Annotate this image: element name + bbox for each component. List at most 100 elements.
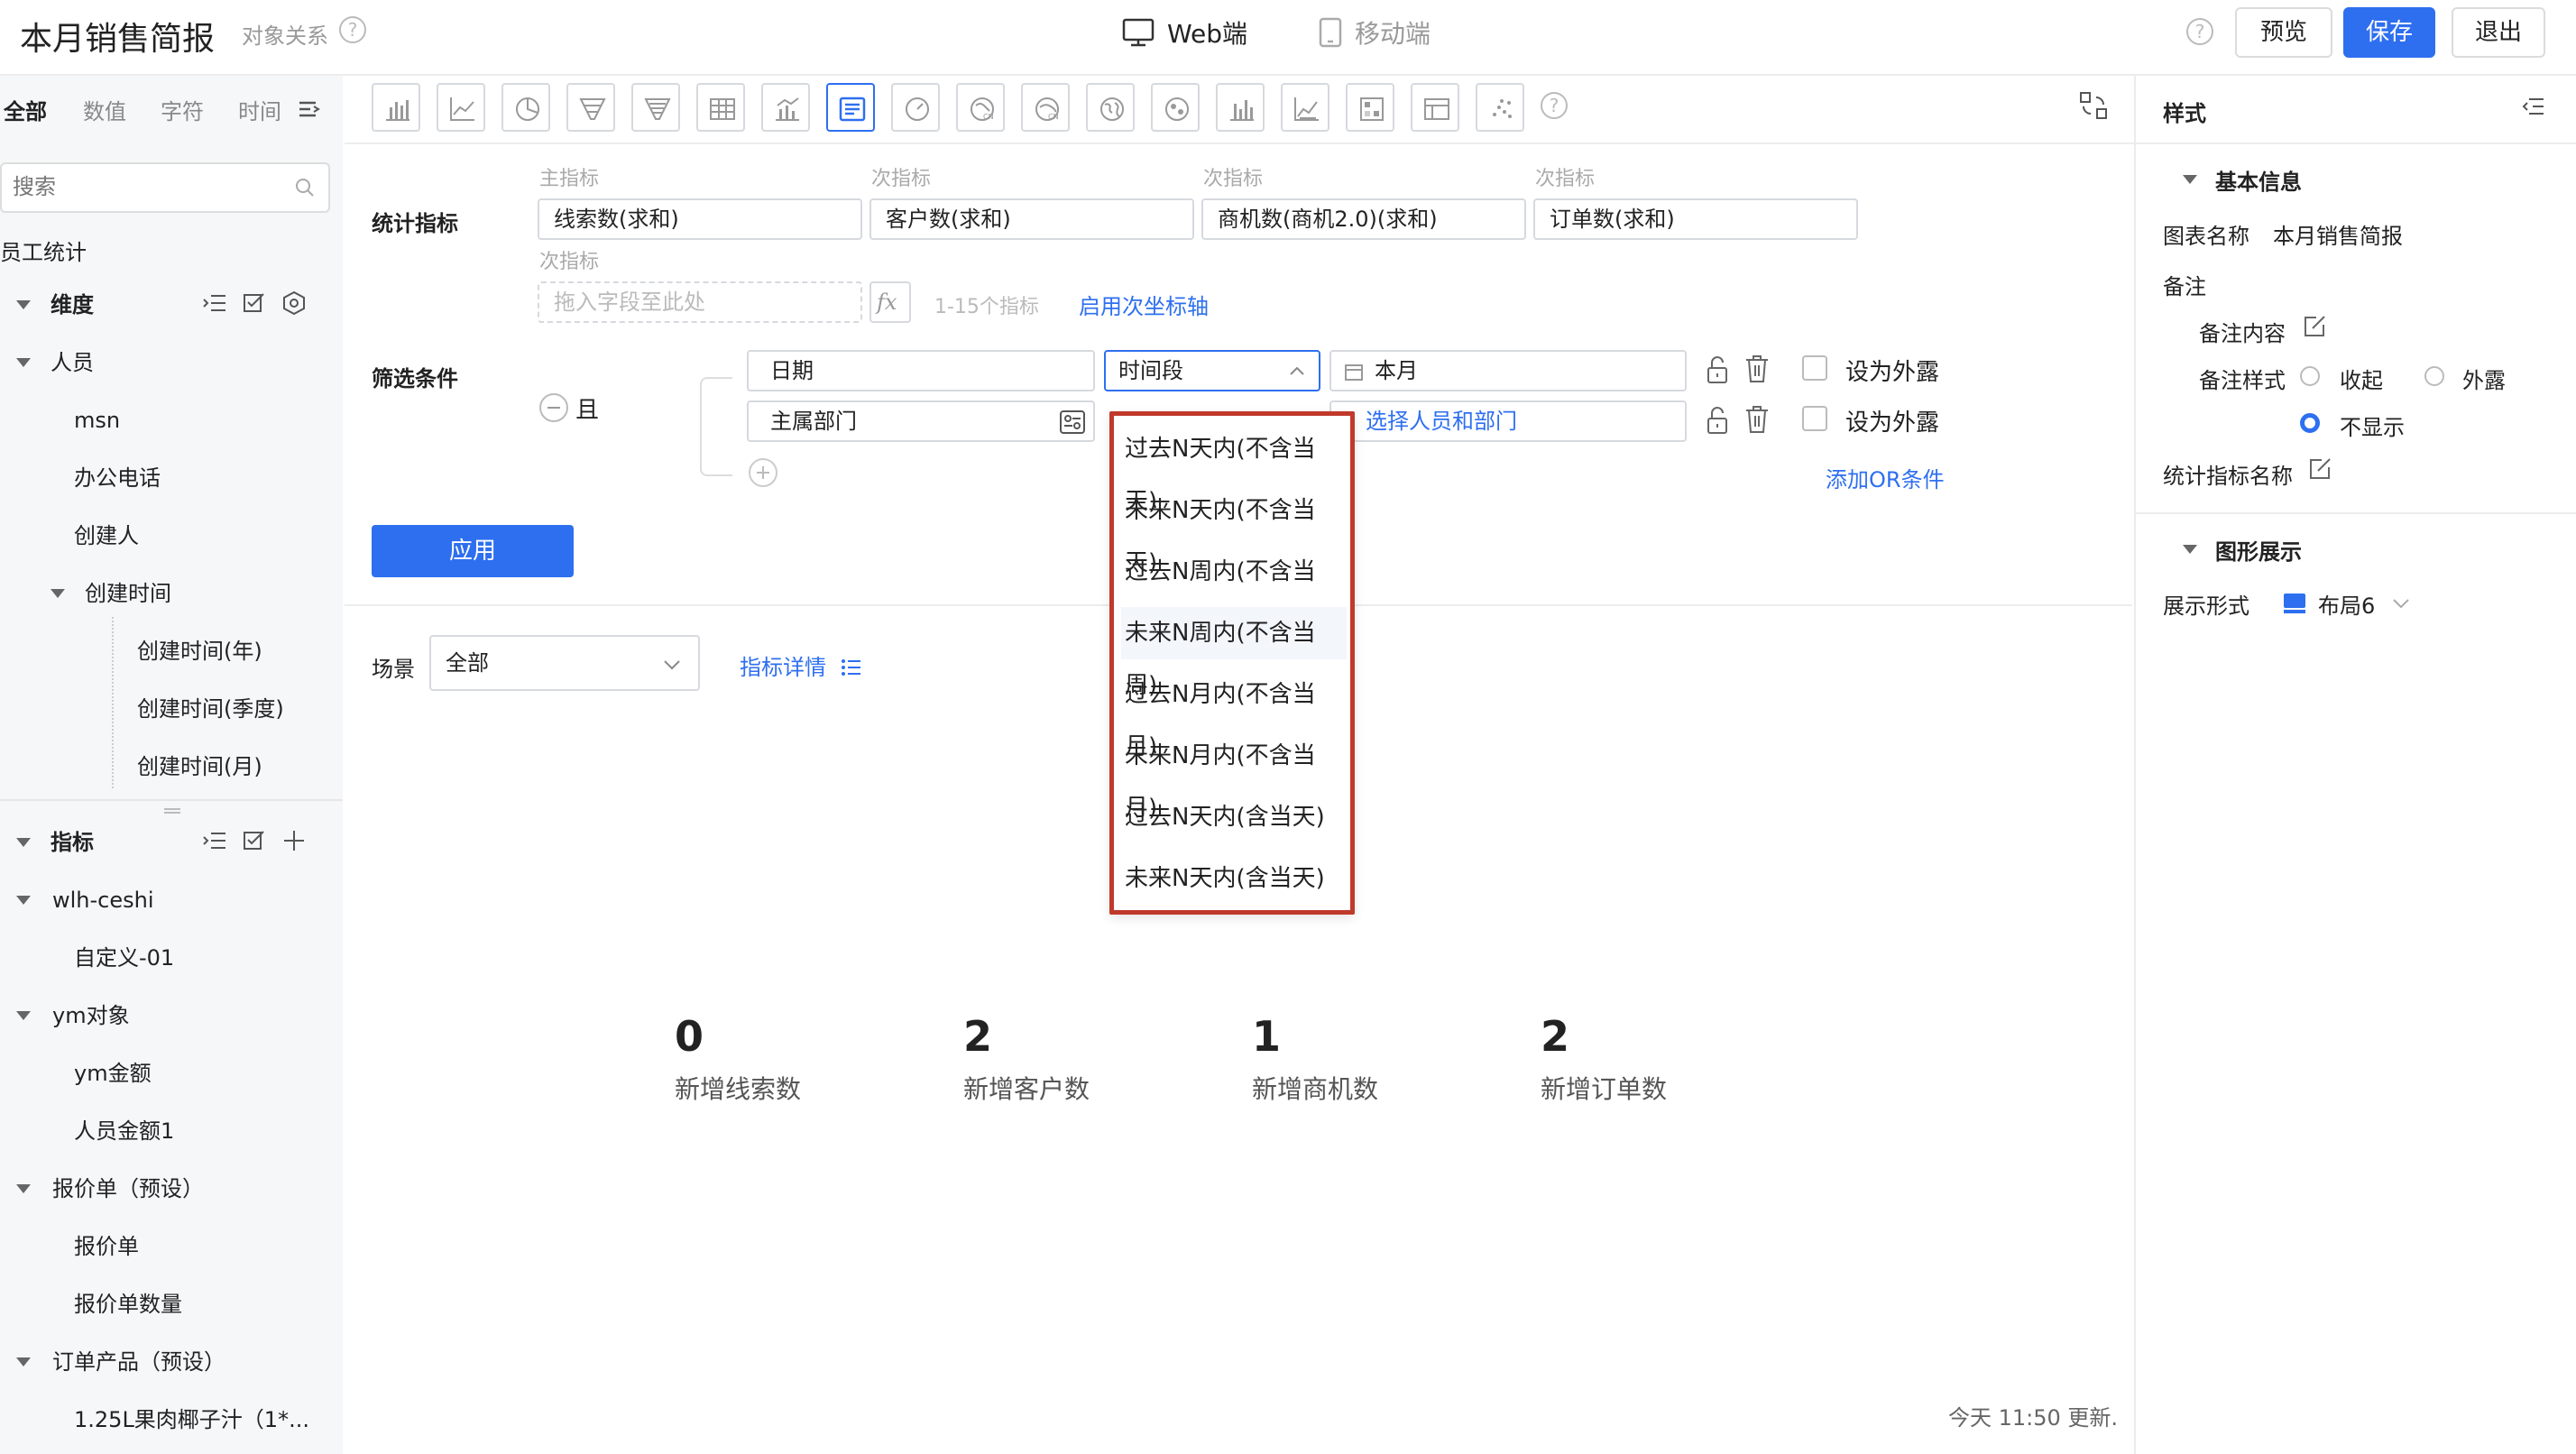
tab-number[interactable]: 数值 xyxy=(83,94,126,125)
save-button[interactable]: 保存 xyxy=(2343,7,2435,58)
caret-down-icon[interactable] xyxy=(2183,175,2197,184)
dropdown-option[interactable]: 过去N天内(不含当天) xyxy=(1121,423,1347,515)
layout-select[interactable]: 布局6 xyxy=(2282,590,2411,619)
tree-folder[interactable]: 订单产品（预设） xyxy=(0,1344,343,1380)
tree-item[interactable]: 1.25L果肉椰子汁（1*... xyxy=(0,1402,343,1438)
plus-icon[interactable] xyxy=(281,828,307,853)
expose-checkbox[interactable] xyxy=(1802,406,1827,431)
caret-down-icon[interactable] xyxy=(2183,545,2197,554)
settings-icon[interactable] xyxy=(281,290,307,316)
metric-card-icon[interactable] xyxy=(826,83,875,132)
column-chart-icon[interactable] xyxy=(1216,83,1265,132)
tree-item[interactable]: 自定义-01 xyxy=(0,940,343,976)
layout-switch-icon[interactable] xyxy=(2078,90,2109,121)
search-input[interactable] xyxy=(13,175,283,200)
tab-time[interactable]: 时间 xyxy=(238,94,281,125)
search-field[interactable] xyxy=(0,162,330,213)
pie-chart-icon[interactable] xyxy=(501,83,550,132)
bar-chart-icon[interactable] xyxy=(372,83,420,132)
help-icon[interactable]: ? xyxy=(339,16,366,43)
scene-select[interactable]: 全部 xyxy=(429,635,700,691)
tree-item[interactable]: 办公电话 xyxy=(0,460,343,496)
metric-group[interactable]: 指标 xyxy=(0,824,343,860)
tree-item[interactable]: 创建人 xyxy=(0,518,343,554)
tree-item[interactable]: ym金额 xyxy=(0,1055,343,1091)
metric-slot[interactable]: 商机数(商机2.0)(求和) xyxy=(1201,198,1526,240)
unlock-icon[interactable] xyxy=(1705,354,1730,386)
tab-all[interactable]: 全部 xyxy=(4,94,47,125)
heatmap-chart-icon[interactable] xyxy=(1346,83,1394,132)
globe-map-icon[interactable] xyxy=(1151,83,1200,132)
combo-chart-icon[interactable] xyxy=(761,83,810,132)
tree-item[interactable]: msn xyxy=(0,402,343,438)
minus-circle-icon[interactable] xyxy=(539,393,568,422)
help-icon[interactable]: ? xyxy=(2186,18,2213,45)
edit-icon[interactable] xyxy=(2302,314,2327,339)
tab-string[interactable]: 字符 xyxy=(161,94,204,125)
dropdown-option[interactable]: 未来N月内(不含当月) xyxy=(1121,730,1347,822)
logic-and-label[interactable]: 且 xyxy=(575,391,599,425)
expose-checkbox[interactable] xyxy=(1802,355,1827,381)
metric-slot[interactable]: 订单数(求和) xyxy=(1533,198,1858,240)
scatter-chart-icon[interactable] xyxy=(1476,83,1524,132)
tree-item[interactable]: 报价单数量 xyxy=(0,1286,343,1322)
tree-item[interactable]: 报价单 xyxy=(0,1229,343,1265)
funnel-chart-icon[interactable] xyxy=(566,83,615,132)
tree-item[interactable]: 创建时间(年) xyxy=(0,633,343,669)
indent-icon[interactable] xyxy=(202,290,227,316)
dropdown-option[interactable]: 过去N周内(不含当周) xyxy=(1121,546,1347,638)
edit-icon[interactable] xyxy=(2307,456,2332,482)
dropdown-option[interactable]: 未来N天内(不含当天) xyxy=(1121,484,1347,576)
china-map-icon[interactable]: CN xyxy=(956,83,1005,132)
trash-icon[interactable] xyxy=(1744,354,1770,384)
tree-item[interactable]: 创建时间(季度) xyxy=(0,691,343,727)
collapse-panel-icon[interactable] xyxy=(2522,96,2545,117)
org-selector-icon[interactable] xyxy=(1059,410,1086,435)
graphic-display-header[interactable]: 图形展示 xyxy=(2215,534,2302,566)
world-map-icon[interactable] xyxy=(1086,83,1135,132)
area-chart-icon[interactable] xyxy=(1281,83,1329,132)
select-person-department-field[interactable]: 选择人员和部门 xyxy=(1329,400,1687,442)
tree-folder[interactable]: 人员 xyxy=(0,345,343,381)
select-edit-icon[interactable] xyxy=(242,290,267,316)
filter-field-department[interactable]: 主属部门 xyxy=(747,400,1095,442)
unlock-icon[interactable] xyxy=(1705,404,1730,437)
radio-collapse[interactable] xyxy=(2300,366,2320,386)
tree-item[interactable]: 人员金额1 xyxy=(0,1113,343,1149)
formula-button[interactable]: fx xyxy=(869,281,911,323)
help-icon[interactable]: ? xyxy=(1541,92,1568,119)
gauge-chart-icon[interactable] xyxy=(891,83,940,132)
metric-slot[interactable]: 线索数(求和) xyxy=(538,198,862,240)
tree-folder[interactable]: ym对象 xyxy=(0,998,343,1034)
metric-drop-zone[interactable]: 拖入字段至此处 xyxy=(538,281,862,323)
radio-expose[interactable] xyxy=(2424,366,2444,386)
chart-name-value[interactable]: 本月销售简报 xyxy=(2273,218,2403,250)
filter-value-field[interactable]: 本月 xyxy=(1329,350,1687,391)
preview-button[interactable]: 预览 xyxy=(2235,7,2332,58)
table-chart-icon[interactable] xyxy=(696,83,745,132)
list-menu-icon[interactable] xyxy=(298,99,321,119)
exit-button[interactable]: 退出 xyxy=(2452,7,2545,58)
dimension-group[interactable]: 维度 xyxy=(0,287,343,323)
enable-secondary-axis-link[interactable]: 启用次坐标轴 xyxy=(1079,289,1209,320)
filter-field-date[interactable]: 日期 xyxy=(747,350,1095,391)
add-condition-icon[interactable] xyxy=(749,458,777,487)
tab-mobile[interactable]: 移动端 xyxy=(1319,14,1431,51)
funnel-alt-chart-icon[interactable] xyxy=(631,83,680,132)
resize-handle[interactable] xyxy=(164,808,180,814)
tree-folder[interactable]: 创建时间 xyxy=(0,575,343,612)
dropdown-option[interactable]: 过去N天内(含当天) xyxy=(1121,791,1347,843)
radio-hide[interactable] xyxy=(2300,413,2320,433)
metric-detail-link[interactable]: 指标详情 xyxy=(740,649,862,681)
trash-icon[interactable] xyxy=(1744,404,1770,435)
dropdown-option[interactable]: 未来N天内(含当天) xyxy=(1121,852,1347,905)
tree-folder[interactable]: 报价单（预设） xyxy=(0,1171,343,1207)
tab-web[interactable]: Web端 xyxy=(1122,14,1247,51)
select-edit-icon[interactable] xyxy=(242,828,267,853)
metric-slot[interactable]: 客户数(求和) xyxy=(869,198,1194,240)
tree-item[interactable]: 创建时间(月) xyxy=(0,749,343,785)
pivot-table-icon[interactable] xyxy=(1411,83,1459,132)
add-or-condition-link[interactable]: 添加OR条件 xyxy=(1826,462,1945,493)
indent-icon[interactable] xyxy=(202,828,227,853)
dropdown-option[interactable]: 未来N周内(不含当周) xyxy=(1121,607,1347,699)
